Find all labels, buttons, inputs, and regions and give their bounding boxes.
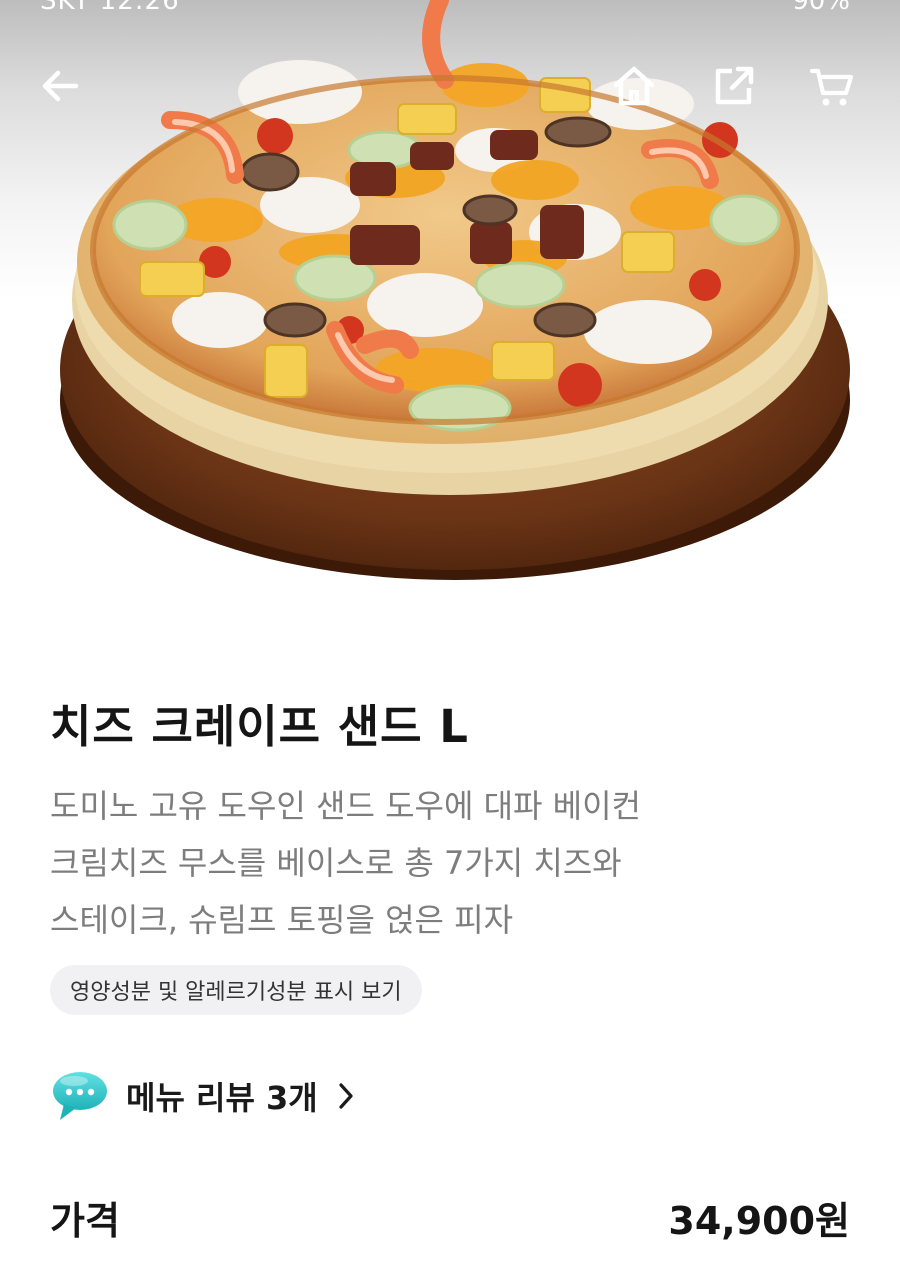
price-value: 34,900원 — [668, 1199, 850, 1243]
battery-level: 90% — [792, 0, 850, 14]
share-icon — [715, 66, 754, 105]
description-line: 크림치즈 무스를 베이스로 총 7가지 치즈와 — [50, 844, 622, 882]
price-label: 가격 — [50, 1199, 120, 1243]
chevron-right-icon — [339, 1083, 353, 1109]
review-count-label: 메뉴 리뷰 3개 — [126, 1079, 318, 1117]
cart-button[interactable] — [808, 62, 864, 118]
product-description: 도미노 고유 도우인 샌드 도우에 대파 베이컨 크림치즈 무스를 베이스로 총… — [50, 778, 850, 949]
home-icon — [613, 66, 655, 106]
back-arrow-icon — [42, 70, 79, 102]
product-image: SKT 12:26 90% — [0, 0, 900, 600]
price-row: 가격 34,900원 — [50, 1190, 850, 1250]
cart-icon — [809, 68, 854, 106]
menu-review-link[interactable]: 메뉴 리뷰 3개 — [50, 1066, 356, 1126]
description-line: 스테이크, 슈림프 토핑을 얹은 피자 — [50, 901, 514, 939]
description-line: 도미노 고유 도우인 샌드 도우에 대파 베이컨 — [50, 787, 641, 825]
home-button[interactable] — [610, 62, 666, 118]
status-bar: SKT 12:26 90% — [0, 0, 900, 14]
speech-bubble-icon — [53, 1072, 107, 1120]
status-time: SKT 12:26 — [40, 0, 180, 14]
back-button[interactable] — [36, 62, 92, 118]
product-title: 치즈 크레이프 샌드 L — [50, 700, 469, 753]
share-button[interactable] — [710, 62, 766, 118]
nutrition-allergen-button[interactable]: 영양성분 및 알레르기성분 표시 보기 — [50, 965, 422, 1015]
